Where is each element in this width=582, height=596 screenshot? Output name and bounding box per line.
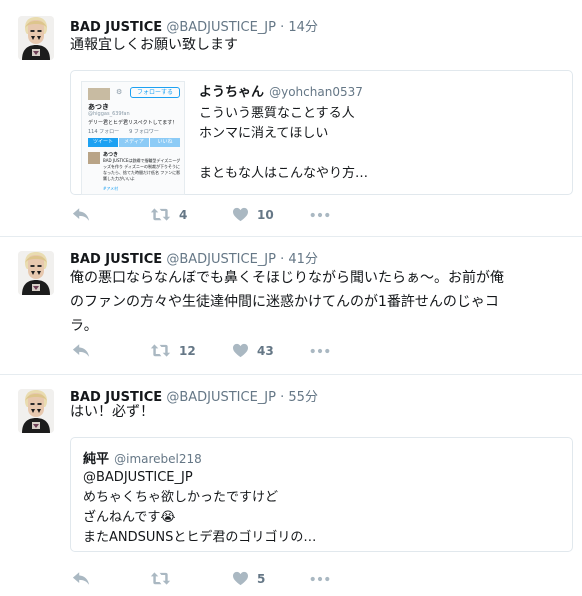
heart-icon — [232, 571, 249, 586]
retweet-button[interactable]: 12 — [150, 343, 196, 358]
like-count: 5 — [257, 571, 266, 586]
retweet-icon — [150, 343, 171, 358]
like-count: 43 — [257, 343, 274, 358]
timestamp[interactable]: 41分 — [288, 252, 318, 267]
mini-tab-media: メディア — [119, 138, 149, 147]
more-icon — [310, 348, 330, 354]
reply-button[interactable] — [72, 343, 90, 358]
quoted-display-name[interactable]: ようちゃん — [199, 85, 264, 100]
tweet[interactable]: BAD JUSTICE @BADJUSTICE_JP · 55分 はい！必ず！ … — [0, 375, 582, 596]
more-button[interactable] — [310, 212, 330, 218]
quoted-user-handle[interactable]: @yohchan0537 — [269, 85, 363, 99]
quoted-text-line: @BADJUSTICE_JP — [83, 470, 193, 485]
separator-dot: · — [280, 20, 285, 35]
heart-icon — [232, 207, 249, 222]
avatar[interactable] — [18, 251, 54, 295]
quoted-user-handle[interactable]: @imarebel218 — [114, 452, 202, 466]
like-button[interactable]: 5 — [232, 571, 265, 586]
reply-icon — [72, 571, 90, 586]
quoted-media-profile-card[interactable]: ⚙ フォローする あつき @higgas_639fan デリー君とヒデ君リスペク… — [81, 81, 185, 195]
more-icon — [310, 576, 330, 582]
retweet-button[interactable]: 4 — [150, 207, 187, 222]
tweet-text: 俺の悪口ならなんぼでも鼻くそほじりながら聞いたらぁ〜。お前が俺 のファンの方々や… — [70, 266, 576, 338]
mini-tab-tweets: ツイート — [88, 138, 118, 147]
display-name[interactable]: BAD JUSTICE — [70, 252, 162, 267]
more-button[interactable] — [310, 576, 330, 582]
mini-stats: 114 フォロー 9 フォロワー — [88, 129, 159, 135]
mini-avatar — [88, 88, 110, 100]
like-button[interactable]: 43 — [232, 343, 274, 358]
retweet-icon — [150, 571, 171, 586]
mini-bio: デリー君とヒデ君リスペクトしてます！ — [88, 120, 178, 126]
reply-icon — [72, 207, 90, 222]
user-handle[interactable]: @BADJUSTICE_JP — [166, 252, 276, 267]
quoted-text-line: ざんねんです😭 — [83, 510, 176, 525]
mini-tab-likes: いいね — [150, 138, 180, 147]
mini-inner-name: あつき — [103, 152, 119, 158]
tweet[interactable]: BAD JUSTICE @BADJUSTICE_JP · 41分 俺の悪口ならな… — [0, 237, 582, 375]
reply-button[interactable] — [72, 571, 90, 586]
tweet-text-line: のファンの方々や生徒達仲間に迷惑かけてんのが1番許せんのじゃコ — [70, 294, 499, 310]
avatar[interactable] — [18, 389, 54, 433]
tweet-text-line: ラ。 — [70, 318, 98, 334]
retweet-count: 12 — [179, 343, 196, 358]
separator-dot: · — [280, 252, 285, 267]
retweet-icon — [150, 207, 171, 222]
like-button[interactable]: 10 — [232, 207, 274, 222]
mini-settings-icon: ⚙ — [116, 88, 123, 96]
more-icon — [310, 212, 330, 218]
tweet-text-line: 俺の悪口ならなんぼでも鼻くそほじりながら聞いたらぁ〜。お前が俺 — [70, 270, 504, 286]
timestamp[interactable]: 14分 — [288, 20, 318, 35]
like-count: 10 — [257, 207, 274, 222]
retweet-count: 4 — [179, 207, 188, 222]
quoted-tweet[interactable]: ⚙ フォローする あつき @higgas_639fan デリー君とヒデ君リスペク… — [70, 70, 573, 195]
user-handle[interactable]: @BADJUSTICE_JP — [166, 20, 276, 35]
tweet-text: 通報宜しくお願い致します — [70, 37, 238, 53]
mini-inner-text: BAD JUSTICEは鉄綱で指輪型デイズニーグッズを作り ディズニーの制裁が下… — [103, 158, 181, 181]
quoted-tweet[interactable]: 純平 @imarebel218 @BADJUSTICE_JP めちゃくちゃ欲しか… — [70, 437, 573, 552]
display-name[interactable]: BAD JUSTICE — [70, 20, 162, 35]
quoted-text-line: またANDSUNSとヒデ君のゴリゴリの… — [83, 530, 317, 545]
quoted-text-line: ホンマに消えてほしい — [199, 126, 329, 141]
quoted-text-line: まともな人はこんなやり方… — [199, 166, 369, 181]
retweet-button[interactable] — [150, 571, 179, 586]
quoted-text-line: こういう悪質なことする人 — [199, 106, 355, 121]
quoted-display-name[interactable]: 純平 — [83, 452, 109, 467]
reply-button[interactable] — [72, 207, 90, 222]
avatar[interactable] — [18, 16, 54, 60]
more-button[interactable] — [310, 348, 330, 354]
mini-inner-avatar — [88, 152, 100, 164]
mini-follow-button: フォローする — [130, 87, 180, 98]
quoted-text-line: めちゃくちゃ欲しかったですけど — [83, 490, 279, 505]
heart-icon — [232, 343, 249, 358]
tweet[interactable]: BAD JUSTICE @BADJUSTICE_JP · 14分 通報宜しくお願… — [0, 0, 582, 237]
mini-profile-handle: @higgas_639fan — [88, 111, 130, 117]
tweet-text: はい！必ず！ — [70, 404, 154, 420]
mini-inner-tag: #アメ村 — [103, 186, 119, 191]
quoted-text-line — [199, 144, 564, 164]
reply-icon — [72, 343, 90, 358]
